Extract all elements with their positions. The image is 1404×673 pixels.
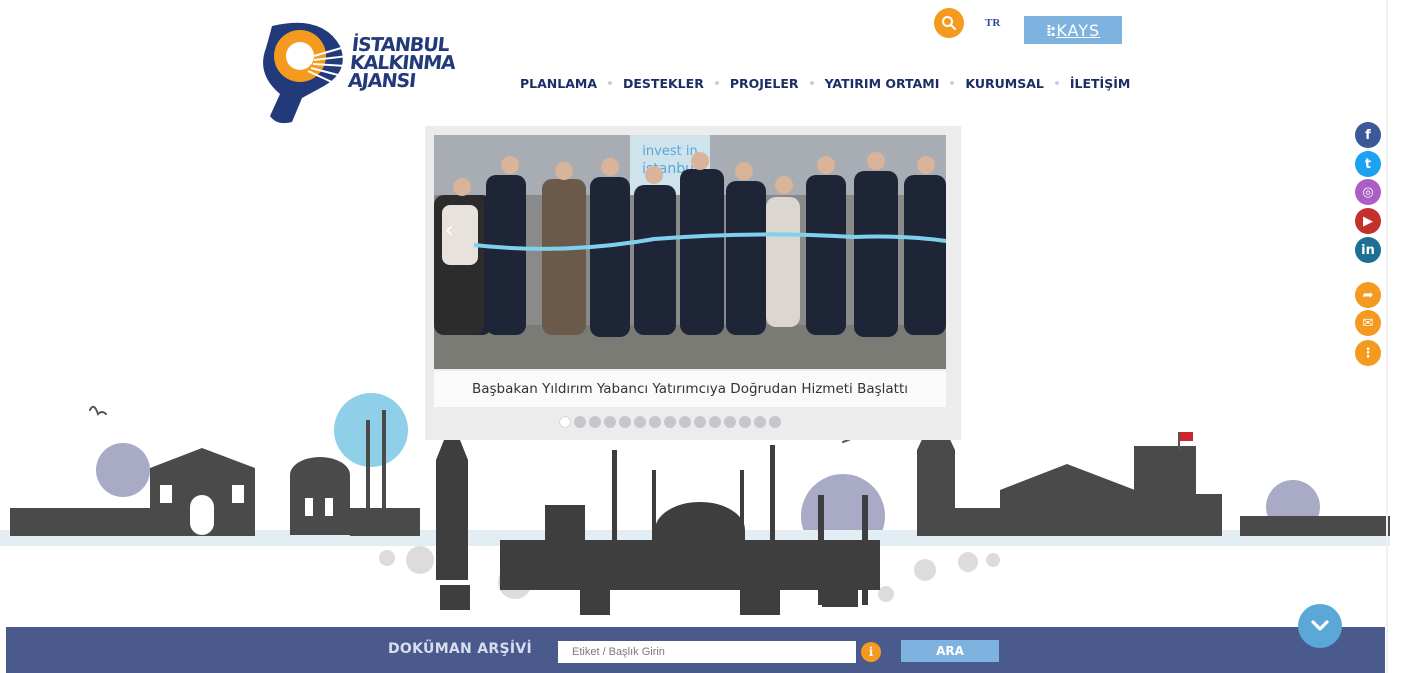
slide-photo[interactable]: invest in istanbul xyxy=(434,135,946,369)
logo-emblem-icon xyxy=(263,22,349,124)
slider-dot[interactable] xyxy=(634,416,646,428)
sitemap-button[interactable]: ⋮ xyxy=(1355,340,1381,366)
facebook-button[interactable]: f xyxy=(1355,122,1381,148)
slider-dot[interactable] xyxy=(739,416,751,428)
nav-separator xyxy=(714,81,719,85)
slider-dot[interactable] xyxy=(604,416,616,428)
mail-icon: ✉ xyxy=(1362,315,1374,331)
slider-pagination xyxy=(559,416,784,428)
main-nav: PLANLAMA DESTEKLER PROJELER YATIRIM ORTA… xyxy=(520,73,1130,93)
slider-dot[interactable] xyxy=(769,416,781,428)
slider-dot[interactable] xyxy=(724,416,736,428)
instagram-icon: ◎ xyxy=(1362,184,1374,200)
nav-separator xyxy=(809,81,814,85)
slider-dot[interactable] xyxy=(649,416,661,428)
nav-separator xyxy=(950,81,955,85)
slider-dot[interactable] xyxy=(589,416,601,428)
logo-wordmark: İSTANBUL KALKINMA AJANSI xyxy=(346,34,458,92)
document-archive-label: DOKÜMAN ARŞİVİ xyxy=(388,641,533,657)
nav-item-projeler[interactable]: PROJELER xyxy=(730,76,799,91)
linkedin-icon: in xyxy=(1361,242,1375,258)
mail-button[interactable]: ✉ xyxy=(1355,310,1381,336)
scroll-down-button[interactable] xyxy=(1298,604,1342,648)
ribbon-ceremony-photo: invest in istanbul xyxy=(434,135,946,369)
kays-button[interactable]: ⁞: KAYS xyxy=(1024,16,1122,44)
slider-dot[interactable] xyxy=(619,416,631,428)
twitter-button[interactable]: t xyxy=(1355,151,1381,177)
photo-sign-line-1: invest in xyxy=(642,144,697,159)
nav-separator xyxy=(1054,81,1059,85)
nav-item-destekler[interactable]: DESTEKLER xyxy=(623,76,704,91)
slider-dot[interactable] xyxy=(709,416,721,428)
slider-prev-arrow[interactable]: ‹ xyxy=(438,215,460,245)
nav-item-yatirim-ortami[interactable]: YATIRIM ORTAMI xyxy=(825,76,940,91)
search-button[interactable] xyxy=(934,8,964,38)
nav-separator xyxy=(608,81,613,85)
instagram-button[interactable]: ◎ xyxy=(1355,179,1381,205)
page-edge-divider xyxy=(1386,0,1388,673)
slide-caption[interactable]: Başbakan Yıldırım Yabancı Yatırımcıya Do… xyxy=(434,371,946,407)
youtube-icon: ▶ xyxy=(1363,213,1373,229)
slider-dot[interactable] xyxy=(664,416,676,428)
slider-dot[interactable] xyxy=(754,416,766,428)
nav-item-iletisim[interactable]: İLETİŞİM xyxy=(1070,76,1130,91)
kays-logo-icon: ⁞: xyxy=(1045,20,1057,40)
news-slider: invest in istanbul Başbakan Yıldırım Yab… xyxy=(425,126,961,440)
linkedin-button[interactable]: in xyxy=(1355,237,1381,263)
archive-search-input[interactable] xyxy=(558,641,856,663)
slider-dot[interactable] xyxy=(679,416,691,428)
chevron-left-icon: ‹ xyxy=(444,217,454,243)
nav-item-kurumsal[interactable]: KURUMSAL xyxy=(965,76,1043,91)
slider-dot[interactable] xyxy=(574,416,586,428)
nav-item-planlama[interactable]: PLANLAMA xyxy=(520,76,597,91)
slider-dot[interactable] xyxy=(559,416,571,428)
info-icon: i xyxy=(868,645,874,659)
chevron-down-icon xyxy=(1311,620,1329,631)
archive-search-button[interactable]: ARA xyxy=(901,640,999,662)
youtube-button[interactable]: ▶ xyxy=(1355,208,1381,234)
search-icon xyxy=(942,16,957,31)
kays-label: KAYS xyxy=(1056,20,1101,40)
facebook-icon: f xyxy=(1365,127,1371,143)
archive-info-button[interactable]: i xyxy=(861,642,881,662)
logo-line-3: AJANSI xyxy=(346,70,417,92)
language-switch[interactable]: TR xyxy=(985,17,1000,29)
share-button[interactable]: ➦ xyxy=(1355,282,1381,308)
twitter-icon: t xyxy=(1364,156,1372,172)
sitemap-icon: ⋮ xyxy=(1361,345,1375,361)
agency-logo[interactable]: İSTANBUL KALKINMA AJANSI xyxy=(262,16,456,126)
share-icon: ➦ xyxy=(1362,287,1374,303)
slider-dot[interactable] xyxy=(694,416,706,428)
